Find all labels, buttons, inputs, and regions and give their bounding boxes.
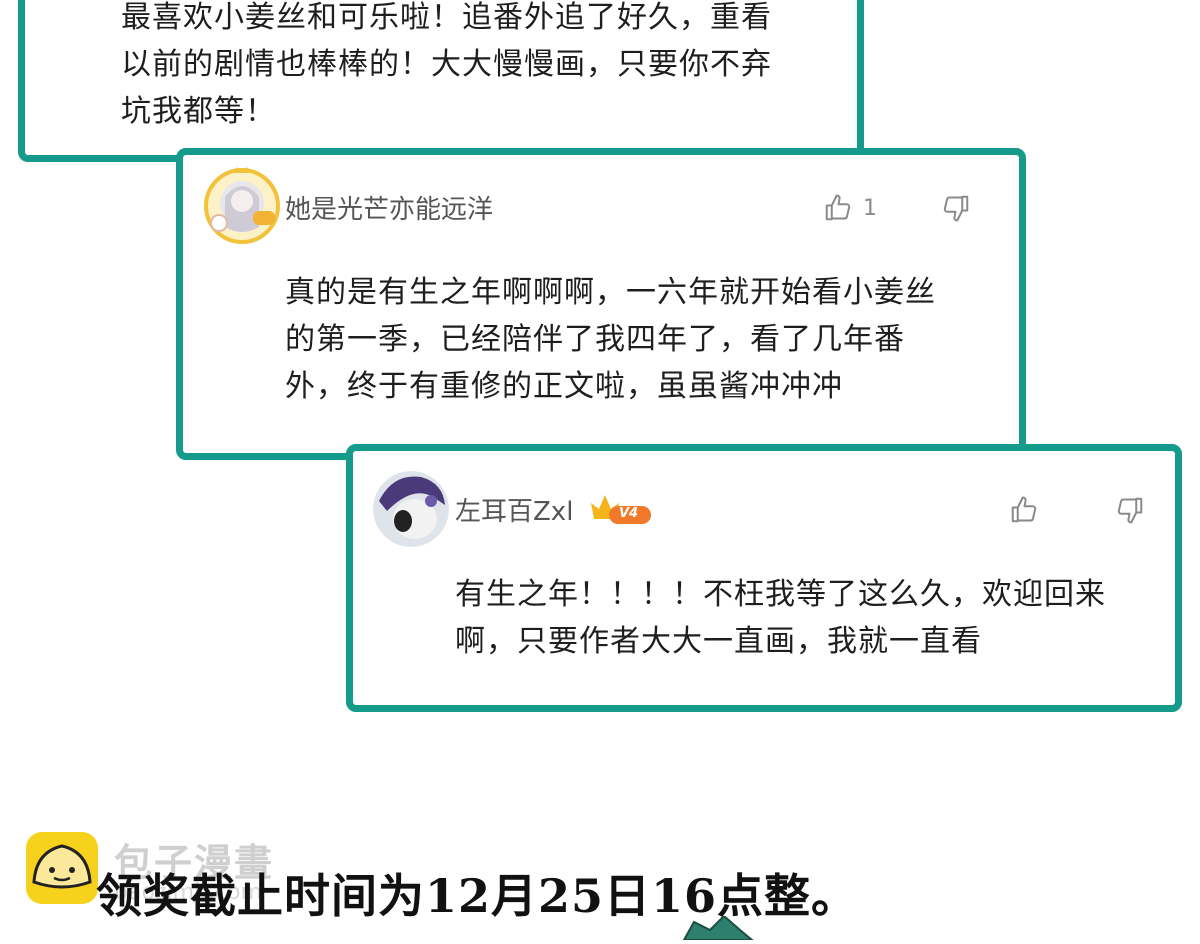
comment-text: 有生之年！！！！不枉我等了这么久，欢迎回来 啊，只要作者大大一直画，我就一直看 bbox=[455, 571, 1155, 665]
dislike-button[interactable] bbox=[941, 193, 971, 223]
comment-line: 有生之年！！！！不枉我等了这么久，欢迎回来 bbox=[455, 577, 1106, 612]
avatar-anime-icon bbox=[373, 471, 449, 547]
bun-logo-icon bbox=[26, 832, 98, 904]
avatar-girl-icon bbox=[204, 167, 280, 244]
vip-badge: V4 bbox=[589, 491, 653, 525]
comment-line: 的第一季，已经陪伴了我四年了，看了几年番 bbox=[285, 322, 905, 357]
thumbs-down-icon bbox=[1117, 497, 1143, 524]
comment-card-2: 她是光芒亦能远洋 1 真的是有生之年啊啊啊，一六年就开始看小姜丝 的第一季，已经… bbox=[176, 148, 1026, 460]
comment-text: 最喜欢小姜丝和可乐啦！追番外追了好久，重看 以前的剧情也棒棒的！大大慢慢画，只要… bbox=[121, 0, 821, 135]
username[interactable]: 她是光芒亦能远洋 bbox=[285, 189, 493, 226]
comment-line: 啊，只要作者大大一直画，我就一直看 bbox=[455, 624, 982, 659]
comment-text: 真的是有生之年啊啊啊，一六年就开始看小姜丝 的第一季，已经陪伴了我四年了，看了几… bbox=[285, 269, 985, 410]
thumbs-down-icon bbox=[943, 195, 969, 222]
comment-card-1: 最喜欢小姜丝和可乐啦！追番外追了好久，重看 以前的剧情也棒棒的！大大慢慢画，只要… bbox=[18, 0, 864, 162]
avatar[interactable] bbox=[373, 471, 449, 547]
like-button[interactable] bbox=[1009, 495, 1039, 525]
mascot-ear-icon bbox=[680, 914, 760, 944]
comment-card-3: 左耳百Zxl V4 有生之年！！！！不枉我等了这么久，欢迎回来 啊，只要作者大大… bbox=[346, 444, 1182, 712]
thumbs-up-icon bbox=[1011, 496, 1037, 523]
watermark-logo bbox=[24, 830, 100, 910]
username[interactable]: 左耳百Zxl bbox=[455, 491, 573, 528]
comment-line: 坑我都等！ bbox=[121, 94, 276, 129]
like-button[interactable]: 1 bbox=[823, 193, 877, 223]
comment-line: 最喜欢小姜丝和可乐啦！追番外追了好久，重看 bbox=[121, 0, 772, 35]
thumbs-up-icon bbox=[825, 194, 851, 221]
comment-line: 真的是有生之年啊啊啊，一六年就开始看小姜丝 bbox=[285, 275, 936, 310]
comment-line: 以前的剧情也棒棒的！大大慢慢画，只要你不弃 bbox=[121, 47, 772, 82]
vip-level: V4 bbox=[619, 506, 639, 521]
dislike-button[interactable] bbox=[1115, 495, 1145, 525]
comment-line: 外，终于有重修的正文啦，虽虽酱冲冲冲 bbox=[285, 369, 843, 404]
avatar[interactable] bbox=[203, 167, 281, 245]
like-count: 1 bbox=[863, 195, 877, 221]
